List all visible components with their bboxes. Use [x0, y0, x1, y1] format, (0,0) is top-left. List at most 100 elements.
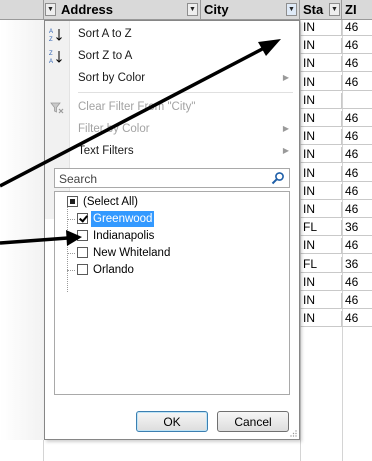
table-row[interactable]: IN 46: [300, 274, 372, 291]
search-box[interactable]: [54, 168, 290, 189]
zip-cell[interactable]: 46: [342, 202, 372, 217]
submenu-arrow-icon: ▶: [282, 124, 289, 133]
state-cell[interactable]: IN: [300, 183, 342, 199]
zip-cell[interactable]: 46: [342, 129, 372, 144]
table-row[interactable]: IN 46: [300, 111, 372, 127]
menu-filter-by-color: Filter by Color ▶: [45, 118, 299, 140]
state-cell[interactable]: IN: [300, 165, 342, 181]
state-cell[interactable]: IN: [300, 74, 342, 90]
state-cell[interactable]: IN: [300, 274, 342, 290]
greenwood-checkbox[interactable]: [77, 213, 88, 224]
menu-clear-filter: Clear Filter From "City": [45, 96, 299, 118]
table-row[interactable]: IN 46: [300, 147, 372, 164]
select-all-checkbox[interactable]: [67, 196, 78, 207]
filter-value-list: (Select All) Greenwood Indianapolis New …: [54, 191, 290, 395]
zip-cell[interactable]: [342, 93, 372, 108]
zip-cell[interactable]: 46: [342, 293, 372, 308]
state-cell[interactable]: IN: [300, 293, 342, 308]
zip-cell[interactable]: 46: [342, 184, 372, 199]
header-address[interactable]: Address: [58, 0, 201, 19]
select-all-label: (Select All): [83, 196, 138, 208]
ok-button[interactable]: OK: [136, 411, 208, 432]
zip-cell[interactable]: 46: [342, 38, 372, 53]
svg-text:Z: Z: [49, 51, 53, 57]
menu-sort-z-a[interactable]: Z A Sort Z to A: [45, 45, 299, 67]
orlando-checkbox[interactable]: [77, 264, 88, 275]
search-icon[interactable]: [271, 171, 285, 185]
state-cell[interactable]: IN: [300, 129, 342, 145]
header-zip[interactable]: ZI: [342, 0, 372, 19]
tree-connector: [67, 236, 75, 237]
zip-cell[interactable]: 36: [342, 257, 372, 272]
state-cell[interactable]: IN: [300, 92, 342, 108]
zip-cell[interactable]: 36: [342, 220, 372, 235]
table-row[interactable]: IN 46: [300, 38, 372, 55]
table-row[interactable]: IN 46: [300, 183, 372, 200]
zip-cell[interactable]: 46: [342, 275, 372, 290]
address-filter-dropdown[interactable]: ▼: [45, 3, 56, 16]
svg-text:A: A: [49, 29, 53, 35]
menu-sort-by-color[interactable]: Sort by Color ▶: [45, 67, 299, 89]
tree-connector: [67, 253, 75, 254]
clear-filter-icon: [50, 102, 64, 114]
state-filter-button[interactable]: ▼: [329, 3, 340, 16]
state-cell[interactable]: FL: [300, 256, 342, 272]
zip-cell[interactable]: 46: [342, 111, 372, 126]
table-row[interactable]: IN 46: [300, 311, 372, 328]
state-cell[interactable]: IN: [300, 38, 342, 54]
state-cell[interactable]: IN: [300, 202, 342, 217]
sort-ascending-icon: A Z: [49, 29, 62, 42]
header-zip-label: ZI: [345, 2, 357, 17]
search-input[interactable]: [55, 169, 271, 189]
zip-cell[interactable]: 46: [342, 238, 372, 253]
filter-by-color-label: Filter by Color: [78, 123, 150, 135]
table-row[interactable]: IN 46: [300, 56, 372, 73]
list-item-label: Greenwood: [91, 211, 155, 227]
cancel-button[interactable]: Cancel: [217, 411, 289, 432]
table-row[interactable]: IN 46: [300, 202, 372, 218]
zip-cell[interactable]: 46: [342, 75, 372, 90]
sort-z-a-label: Sort Z to A: [78, 50, 133, 62]
resize-grip-icon[interactable]: [289, 429, 297, 437]
state-cell[interactable]: IN: [300, 56, 342, 72]
table-row[interactable]: IN 46: [300, 165, 372, 182]
zip-cell[interactable]: 46: [342, 20, 372, 35]
state-cell[interactable]: IN: [300, 311, 342, 327]
state-cell[interactable]: IN: [300, 20, 342, 35]
address-filter-button[interactable]: ▼: [187, 3, 198, 16]
state-cell[interactable]: FL: [300, 220, 342, 236]
header-cell-blank: [0, 0, 44, 19]
svg-text:Z: Z: [49, 37, 53, 42]
table-row[interactable]: IN 46: [300, 20, 372, 36]
table-row[interactable]: IN 46: [300, 238, 372, 255]
table-row[interactable]: FL 36: [300, 220, 372, 237]
menu-separator: [78, 92, 293, 93]
autofilter-menu: A Z Sort A to Z Z A Sort Z to A Sort by …: [44, 20, 300, 440]
svg-text:A: A: [49, 59, 53, 64]
table-row[interactable]: IN: [300, 92, 372, 109]
tree-connector: [67, 219, 75, 220]
table-row[interactable]: IN 46: [300, 129, 372, 146]
list-item-label: Orlando: [93, 264, 134, 276]
header-city-label: City: [204, 2, 229, 17]
menu-sort-a-z[interactable]: A Z Sort A to Z: [45, 23, 299, 45]
menu-text-filters[interactable]: Text Filters ▶: [45, 140, 299, 162]
sheet-left-area: [0, 20, 44, 440]
table-row[interactable]: IN 46: [300, 74, 372, 91]
submenu-arrow-icon: ▶: [282, 73, 289, 82]
zip-cell[interactable]: 46: [342, 311, 372, 326]
state-cell[interactable]: IN: [300, 147, 342, 163]
zip-cell[interactable]: 46: [342, 147, 372, 162]
table-row[interactable]: IN 46: [300, 293, 372, 309]
state-cell[interactable]: IN: [300, 111, 342, 126]
table-row[interactable]: FL 36: [300, 256, 372, 273]
submenu-arrow-icon: ▶: [282, 146, 289, 155]
city-filter-button[interactable]: ▼: [286, 3, 297, 16]
state-cell[interactable]: IN: [300, 238, 342, 254]
indianapolis-checkbox[interactable]: [77, 230, 88, 241]
zip-cell[interactable]: 46: [342, 166, 372, 181]
new-whiteland-checkbox[interactable]: [77, 247, 88, 258]
header-state-label: Sta: [303, 2, 324, 17]
sort-a-z-label: Sort A to Z: [78, 28, 132, 40]
zip-cell[interactable]: 46: [342, 56, 372, 71]
